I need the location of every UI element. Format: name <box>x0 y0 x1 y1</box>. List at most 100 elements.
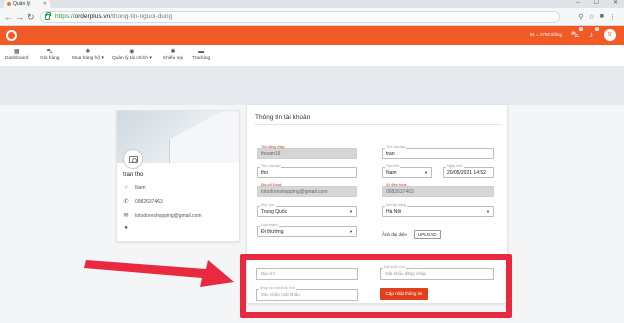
profile-location-row: ● <box>123 225 129 231</box>
pointer-arrow-icon <box>84 260 234 287</box>
nav-label: Khiếu nại <box>163 56 184 61</box>
region-label: Khu Vực <box>260 203 276 207</box>
cart-header-icon[interactable]: ⛍ 0 <box>570 27 583 40</box>
birthday-value: 20/05/2021 14:52 <box>447 170 486 176</box>
forward-icon[interactable]: → <box>15 11 24 23</box>
chevron-down-icon: ▼ <box>349 229 353 234</box>
close-window-icon[interactable]: ✕ <box>613 0 618 8</box>
nav-finance[interactable]: ◉ Quản lý tài chính ▾ <box>112 49 152 61</box>
profile-card: tran tho ♂ Nam ✆ 0982637463 ✉ totodoreshopp… <box>116 110 240 242</box>
pickup-select[interactable]: Nơi lấy hàng Hà Nội ▼ <box>382 203 494 217</box>
main-nav: ▦ Dashboard ⛍ Giỏ hàng ✚ Mua hàng hộ ▾ ◉ Quả… <box>0 45 624 67</box>
nav-complaint[interactable]: ✱ Khiếu nại <box>163 49 183 61</box>
gender-select[interactable]: Giới tính Nam ▼ <box>382 164 432 178</box>
email-value: totodoreshopping@gmail.com <box>261 189 328 195</box>
extension-icon[interactable]: ■ <box>600 13 604 21</box>
lastname-label: Tên của bạn <box>385 145 407 149</box>
nav-tracking[interactable]: ▬ Tracking <box>192 49 210 61</box>
browser-tab[interactable]: Quản lý ✕ <box>4 0 50 8</box>
highlight-box <box>240 254 512 318</box>
url-input[interactable]: https://orderplus.vn/thong-tin-nguoi-dun… <box>40 11 560 23</box>
profile-gender-row: ♂ Nam <box>123 185 146 191</box>
url-path: /thong-tin-nguoi-dung <box>110 13 173 20</box>
nav-label: Tracking <box>192 56 211 61</box>
lock-icon <box>45 12 51 20</box>
purchase-icon: ✚ <box>85 49 91 55</box>
page-banner <box>0 67 624 105</box>
lastname-field[interactable]: Tên của bạn tran <box>382 145 494 159</box>
mail-icon: ✉ <box>123 213 129 219</box>
email-field: Địa chỉ Email totodoreshopping@gmail.com <box>257 183 357 197</box>
close-tab-icon[interactable]: ✕ <box>43 0 47 8</box>
nav-dashboard[interactable]: ▦ Dashboard <box>5 49 28 61</box>
notification-badge: 0 <box>595 27 599 31</box>
cover-building-shape <box>169 111 239 163</box>
dashboard-icon: ▦ <box>13 49 20 55</box>
bell-icon[interactable]: ♪ 0 <box>586 27 599 40</box>
chevron-down-icon: ▼ <box>424 170 428 175</box>
title-divider <box>255 124 501 125</box>
nav-purchase[interactable]: ✚ Mua hàng hộ ▾ <box>72 49 104 61</box>
avatar-label: Ảnh đại diện <box>382 232 408 237</box>
user-avatar[interactable]: tr <box>604 29 616 41</box>
truck-icon: ▬ <box>198 49 205 55</box>
card-title: Thông tin tài khoản <box>255 114 311 121</box>
profile-gender: Nam <box>135 185 146 191</box>
firstname-label: Tên của bạn <box>260 164 282 168</box>
username-value: thoam16 <box>261 151 281 157</box>
region-select[interactable]: Khu Vực Trung Quốc ▼ <box>257 203 357 217</box>
profile-phone-row: ✆ 0982637463 <box>123 198 163 206</box>
profile-email-row: ✉ totodoreshopping@gmail.com <box>123 212 202 220</box>
customer-type-select[interactable]: Loại khách Đi thường ▼ <box>257 223 357 237</box>
zoom-icon[interactable]: ⚲ <box>578 13 583 21</box>
gender-icon: ♂ <box>123 185 129 191</box>
exchange-rate: ¥1 = 3750 Đồng <box>529 32 562 37</box>
upload-button[interactable]: UPLOAD <box>414 230 441 239</box>
lastname-value: tran <box>386 151 395 157</box>
app-header: ¥1 = 3750 Đồng ⛍ 0 ♪ 0 tr <box>0 26 624 45</box>
username-label: Tên đăng nhập <box>261 145 285 149</box>
chevron-down-icon: ▼ <box>349 209 353 214</box>
phone-icon: ✆ <box>123 199 129 205</box>
bookmark-star-icon[interactable]: ☆ <box>588 13 594 21</box>
browser-tabstrip: Quản lý ✕ – ☐ ✕ <box>0 0 624 8</box>
brand-logo-icon[interactable] <box>6 30 17 41</box>
birthday-field[interactable]: Ngày sinh 20/05/2021 14:52 <box>443 164 494 178</box>
menu-dots-icon[interactable]: ⋮ <box>609 13 616 21</box>
location-pin-icon: ● <box>124 225 128 231</box>
chevron-down-icon: ▼ <box>486 209 490 214</box>
url-host: orderplus.vn <box>74 13 111 20</box>
phone-label: Số điện thoại <box>386 183 407 187</box>
profile-name: tran tho <box>123 172 144 178</box>
address-bar: ← → ↻ https://orderplus.vn/thong-tin-ngu… <box>0 8 624 26</box>
gender-label: Giới tính <box>385 164 401 168</box>
cart-icon: ⛍ <box>46 49 53 55</box>
cart-badge: 0 <box>579 27 583 31</box>
gender-value: Nam <box>386 170 397 176</box>
url-protocol: https:// <box>55 13 75 20</box>
customer-type-value: Đi thường <box>261 229 284 235</box>
profile-avatar-upload[interactable] <box>123 149 143 169</box>
complaint-icon: ✱ <box>170 49 176 55</box>
profile-phone: 0982637463 <box>135 198 163 205</box>
pickup-value: Hà Nội <box>386 209 402 215</box>
back-icon[interactable]: ← <box>4 11 13 23</box>
minimize-icon[interactable]: – <box>576 0 579 8</box>
region-value: Trung Quốc <box>261 209 288 215</box>
firstname-field[interactable]: Tên của bạn tho <box>257 164 357 178</box>
nav-label: Mua hàng hộ ▾ <box>72 56 104 61</box>
maximize-icon[interactable]: ☐ <box>594 0 599 8</box>
window-controls: – ☐ ✕ <box>576 0 618 8</box>
camera-icon <box>129 156 138 163</box>
profile-email: totodoreshopping@gmail.com <box>135 212 202 219</box>
birthday-label: Ngày sinh <box>446 164 464 168</box>
nav-label: Giỏ hàng <box>40 56 60 61</box>
nav-label: Quản lý tài chính ▾ <box>112 56 152 61</box>
site-favicon-icon <box>7 2 11 6</box>
pickup-label: Nơi lấy hàng <box>385 203 407 207</box>
finance-icon: ◉ <box>129 49 135 55</box>
tab-title: Quản lý <box>13 1 31 7</box>
reload-icon[interactable]: ↻ <box>27 11 35 23</box>
nav-cart[interactable]: ⛍ Giỏ hàng <box>40 49 59 61</box>
username-field: Tên đăng nhập thoam16 <box>257 145 357 159</box>
